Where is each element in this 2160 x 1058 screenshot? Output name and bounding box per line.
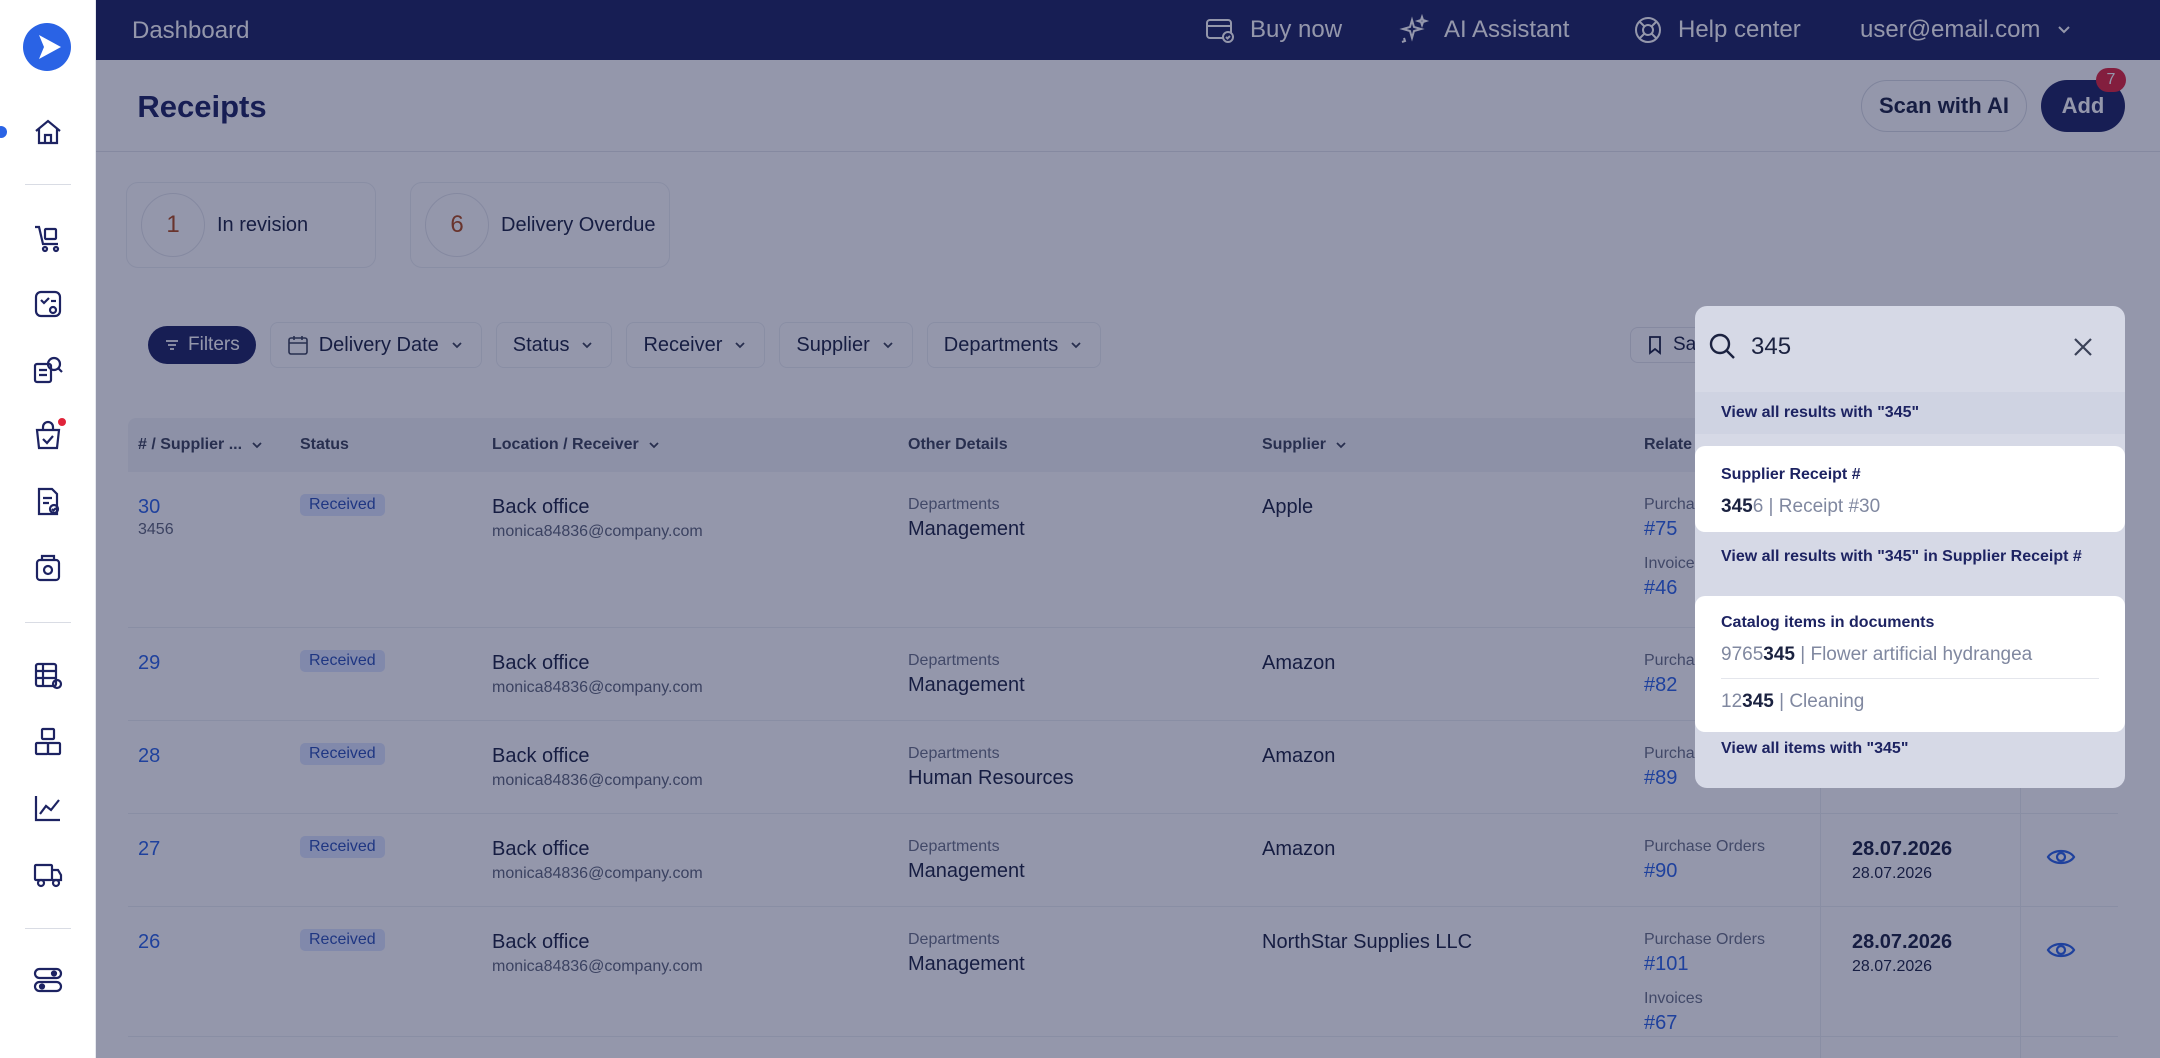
search-result-item[interactable]: 12345 | Cleaning <box>1721 691 2099 713</box>
result-divider <box>1721 678 2099 679</box>
catalog-items-group: Catalog items in documents 9765345 | Flo… <box>1695 596 2125 732</box>
result-detail-text: | Receipt #30 <box>1763 496 1881 517</box>
nav-divider <box>25 184 71 185</box>
result-prefix-text: 12 <box>1721 691 1743 712</box>
nav-divider <box>25 622 71 623</box>
approvals-icon[interactable] <box>28 284 68 324</box>
search-panel: View all results with "345" Supplier Rec… <box>1695 306 2125 788</box>
close-icon[interactable] <box>2071 335 2095 359</box>
view-all-results-link[interactable]: View all results with "345" <box>1695 392 2125 434</box>
view-all-items-link[interactable]: View all items with "345" <box>1721 740 1908 758</box>
nav-divider <box>25 928 71 929</box>
delivery-truck-icon[interactable] <box>28 854 68 894</box>
supplier-receipt-group: Supplier Receipt # 3456 | Receipt #30 <box>1695 446 2125 532</box>
group-title: Catalog items in documents <box>1721 614 1935 631</box>
result-detail-text: | Flower artificial hydrangea <box>1794 644 2033 665</box>
search-row <box>1695 306 2125 388</box>
search-input[interactable] <box>1751 328 2051 366</box>
search-icon <box>1709 333 1735 359</box>
result-prefix-text: 9765 <box>1721 644 1764 665</box>
result-match-text: 345 <box>1742 691 1774 712</box>
result-match-text: 345 <box>1721 496 1753 517</box>
analytics-chart-icon[interactable] <box>28 788 68 828</box>
search-documents-icon[interactable] <box>28 350 68 390</box>
result-rest-text: 6 <box>1752 496 1764 517</box>
search-result-item[interactable]: 3456 | Receipt #30 <box>1721 496 2099 518</box>
left-nav-rail <box>0 0 96 1058</box>
group-title: Supplier Receipt # <box>1721 466 1861 483</box>
home-icon[interactable] <box>28 112 68 152</box>
active-indicator <box>0 126 7 138</box>
procurement-cart-icon[interactable] <box>28 218 68 258</box>
payments-icon[interactable] <box>28 548 68 588</box>
view-all-receipts-link[interactable]: View all results with "345" in Supplier … <box>1721 548 2082 566</box>
result-match-text: 345 <box>1763 644 1795 665</box>
inventory-boxes-icon[interactable] <box>28 722 68 762</box>
notification-dot <box>56 416 68 428</box>
settings-toggle-icon[interactable] <box>28 960 68 1000</box>
search-result-item[interactable]: 9765345 | Flower artificial hydrangea <box>1721 644 2099 678</box>
invoice-check-icon[interactable] <box>28 482 68 522</box>
app-logo-icon[interactable] <box>23 23 71 71</box>
result-detail-text: | Cleaning <box>1773 691 1865 712</box>
catalog-table-icon[interactable] <box>28 656 68 696</box>
